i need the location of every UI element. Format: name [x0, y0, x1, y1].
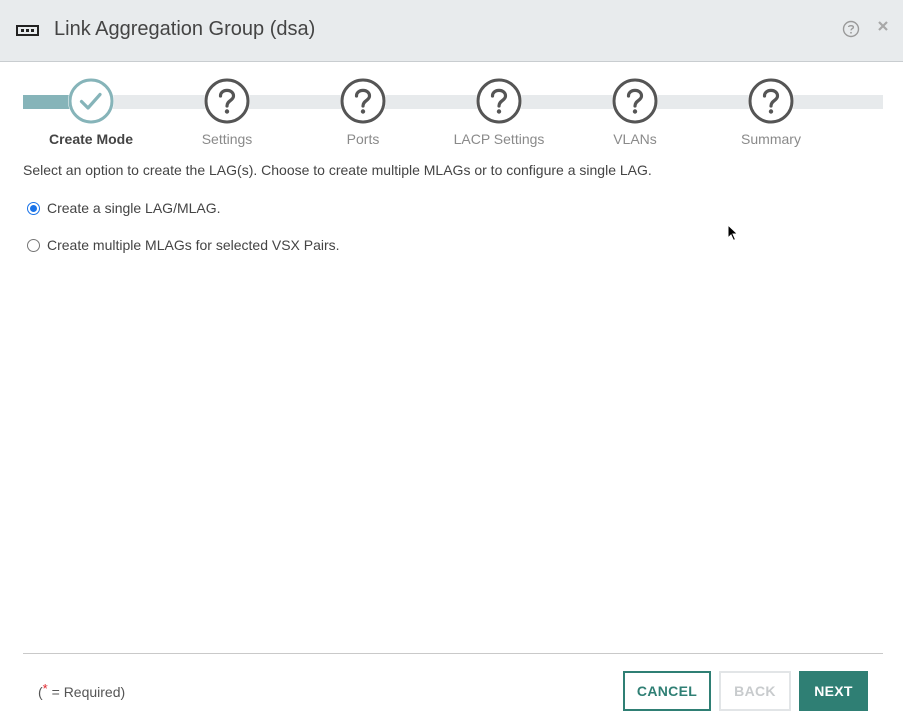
help-icon[interactable] — [842, 20, 860, 38]
question-icon — [748, 78, 794, 124]
step-label: Create Mode — [48, 131, 134, 147]
option-single-lag[interactable]: Create a single LAG/MLAG. — [27, 200, 221, 216]
step-label: VLANs — [613, 131, 657, 147]
step-lacp-settings[interactable]: LACP Settings — [439, 78, 559, 147]
footer-divider — [23, 653, 883, 654]
step-vlans[interactable]: VLANs — [575, 78, 695, 147]
mouse-cursor-icon — [727, 224, 739, 242]
question-icon — [476, 78, 522, 124]
required-star: * — [42, 681, 48, 696]
step-settings[interactable]: Settings — [167, 78, 287, 147]
check-icon — [68, 78, 114, 124]
option-label: Create a single LAG/MLAG. — [47, 200, 221, 216]
back-button[interactable]: BACK — [719, 671, 791, 711]
option-label: Create multiple MLAGs for selected VSX P… — [47, 237, 340, 253]
instructions-text: Select an option to create the LAG(s). C… — [23, 162, 652, 178]
step-label: Summary — [741, 131, 801, 147]
step-label: LACP Settings — [453, 131, 545, 147]
required-text: = Required) — [47, 684, 126, 700]
dialog-header: Link Aggregation Group (dsa) — [0, 0, 903, 62]
step-create-mode[interactable]: Create Mode — [31, 78, 151, 147]
close-icon[interactable] — [876, 19, 890, 33]
radio-multiple-mlags[interactable] — [27, 238, 40, 252]
step-summary[interactable]: Summary — [711, 78, 831, 147]
question-icon — [612, 78, 658, 124]
dialog-title: Link Aggregation Group (dsa) — [54, 18, 316, 40]
next-button[interactable]: NEXT — [799, 671, 868, 711]
radio-single-lag[interactable] — [27, 201, 40, 215]
step-label: Settings — [201, 131, 253, 147]
step-ports[interactable]: Ports — [303, 78, 423, 147]
option-multiple-mlags[interactable]: Create multiple MLAGs for selected VSX P… — [27, 237, 340, 253]
lag-icon — [16, 25, 39, 36]
cancel-button[interactable]: CANCEL — [623, 671, 711, 711]
question-icon — [340, 78, 386, 124]
step-label: Ports — [346, 131, 380, 147]
wizard-stepper: Create Mode Settings Ports LACP Settings… — [0, 62, 903, 152]
required-note: (* = Required) — [38, 681, 126, 700]
required-paren: ( — [38, 684, 43, 700]
question-icon — [204, 78, 250, 124]
